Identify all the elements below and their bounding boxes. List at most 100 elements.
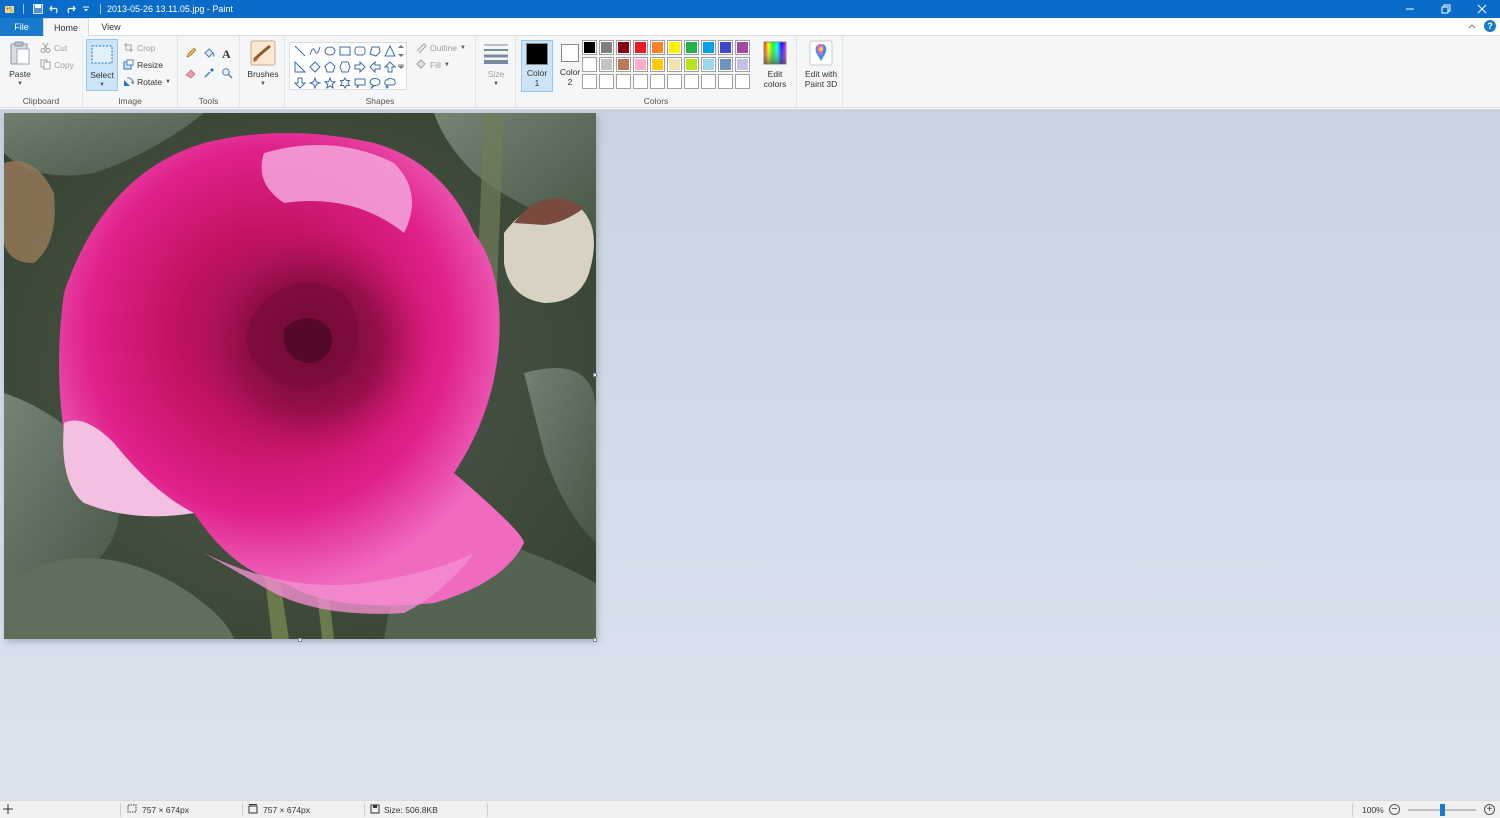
brush-icon (250, 40, 276, 66)
palette-swatch[interactable] (718, 40, 733, 55)
save-icon[interactable] (32, 3, 44, 15)
magnifier-icon[interactable] (220, 66, 234, 80)
image-canvas[interactable] (4, 113, 596, 639)
eraser-icon[interactable] (184, 66, 198, 80)
outline-button[interactable]: Outline ▼ (415, 41, 466, 55)
minimize-button[interactable] (1392, 0, 1428, 18)
zoom-slider-thumb[interactable] (1440, 804, 1445, 816)
palette-swatch[interactable] (684, 40, 699, 55)
rounded-rectangle-shape-icon[interactable] (352, 44, 367, 58)
brushes-group: Brushes ▼ (240, 36, 285, 108)
diamond-shape-icon[interactable] (307, 60, 322, 74)
palette-swatch[interactable] (735, 74, 750, 89)
polygon-shape-icon[interactable] (367, 44, 382, 58)
palette-swatch[interactable] (718, 57, 733, 72)
line-shape-icon[interactable] (292, 44, 307, 58)
palette-swatch[interactable] (735, 40, 750, 55)
edit-colors-button[interactable]: Edit colors (757, 40, 793, 89)
palette-swatch[interactable] (582, 40, 597, 55)
palette-swatch[interactable] (650, 57, 665, 72)
down-arrow-shape-icon[interactable] (292, 76, 307, 90)
palette-swatch[interactable] (616, 40, 631, 55)
five-point-star-shape-icon[interactable] (322, 76, 337, 90)
tab-view[interactable]: View (90, 18, 132, 36)
collapse-ribbon-icon[interactable] (1468, 21, 1476, 31)
palette-swatch[interactable] (650, 74, 665, 89)
palette-swatch[interactable] (582, 74, 597, 89)
fill-button[interactable]: Fill ▼ (415, 58, 450, 72)
canvas-work-area[interactable] (0, 109, 1500, 800)
triangle-shape-icon[interactable] (382, 44, 397, 58)
text-icon[interactable]: A (220, 46, 234, 60)
palette-swatch[interactable] (650, 40, 665, 55)
fill-bucket-icon[interactable] (202, 46, 216, 60)
size-label: Size (487, 69, 505, 79)
cursor-position (3, 801, 13, 818)
curve-shape-icon[interactable] (307, 44, 322, 58)
color1-button[interactable]: Color 1 (521, 40, 553, 92)
restore-button[interactable] (1428, 0, 1464, 18)
paste-button[interactable]: Paste ▼ (4, 40, 36, 89)
zoom-in-button[interactable]: + (1484, 804, 1495, 815)
palette-swatch[interactable] (667, 40, 682, 55)
palette-swatch[interactable] (735, 57, 750, 72)
palette-swatch[interactable] (599, 40, 614, 55)
palette-swatch[interactable] (599, 57, 614, 72)
tab-home[interactable]: Home (43, 18, 89, 37)
rectangle-shape-icon[interactable] (337, 44, 352, 58)
select-button[interactable]: Select ▼ (86, 39, 118, 91)
palette-swatch[interactable] (684, 57, 699, 72)
resize-handle-bottom[interactable] (298, 638, 302, 642)
six-point-star-shape-icon[interactable] (337, 76, 352, 90)
customize-qat-icon[interactable] (80, 3, 92, 15)
color-picker-icon[interactable] (202, 66, 216, 80)
rotate-button[interactable]: Rotate ▼ (123, 75, 171, 89)
zoom-out-button[interactable]: − (1389, 804, 1400, 815)
edit-with-paint3d-button[interactable]: Edit with Paint 3D (800, 40, 842, 89)
paint-app-icon[interactable] (3, 3, 15, 15)
palette-swatch[interactable] (667, 74, 682, 89)
brushes-button[interactable]: Brushes ▼ (245, 40, 281, 89)
pentagon-shape-icon[interactable] (322, 60, 337, 74)
resize-handle-right[interactable] (593, 373, 597, 377)
outline-icon (415, 41, 427, 55)
four-point-star-shape-icon[interactable] (307, 76, 322, 90)
palette-swatch[interactable] (582, 57, 597, 72)
palette-swatch[interactable] (701, 57, 716, 72)
tools-group-label: Tools (198, 96, 219, 106)
help-icon[interactable]: ? (1484, 20, 1496, 32)
brushes-label: Brushes (247, 69, 279, 79)
rectangular-callout-shape-icon[interactable] (352, 76, 367, 90)
palette-swatch[interactable] (718, 74, 733, 89)
left-arrow-shape-icon[interactable] (367, 60, 382, 74)
close-button[interactable] (1464, 0, 1500, 18)
cloud-callout-shape-icon[interactable] (382, 76, 397, 90)
redo-icon[interactable] (64, 3, 76, 15)
resize-button[interactable]: Resize (123, 58, 163, 72)
copy-button[interactable]: Copy (40, 58, 74, 72)
size-button[interactable]: Size ▼ (480, 40, 512, 89)
cut-button[interactable]: Cut (40, 41, 67, 55)
shapes-scroll[interactable] (397, 44, 405, 70)
pencil-icon[interactable] (184, 46, 198, 60)
undo-icon[interactable] (48, 3, 60, 15)
palette-swatch[interactable] (633, 74, 648, 89)
palette-swatch[interactable] (667, 57, 682, 72)
palette-swatch[interactable] (701, 74, 716, 89)
palette-swatch[interactable] (684, 74, 699, 89)
palette-swatch[interactable] (616, 57, 631, 72)
palette-swatch[interactable] (633, 57, 648, 72)
oval-callout-shape-icon[interactable] (367, 76, 382, 90)
hexagon-shape-icon[interactable] (337, 60, 352, 74)
right-arrow-shape-icon[interactable] (352, 60, 367, 74)
crop-button[interactable]: Crop (123, 41, 155, 55)
palette-swatch[interactable] (633, 40, 648, 55)
tab-file[interactable]: File (0, 18, 43, 36)
oval-shape-icon[interactable] (322, 44, 337, 58)
palette-swatch[interactable] (701, 40, 716, 55)
palette-swatch[interactable] (599, 74, 614, 89)
palette-swatch[interactable] (616, 74, 631, 89)
up-arrow-shape-icon[interactable] (382, 60, 397, 74)
right-triangle-shape-icon[interactable] (292, 60, 307, 74)
resize-handle-corner[interactable] (593, 638, 597, 642)
